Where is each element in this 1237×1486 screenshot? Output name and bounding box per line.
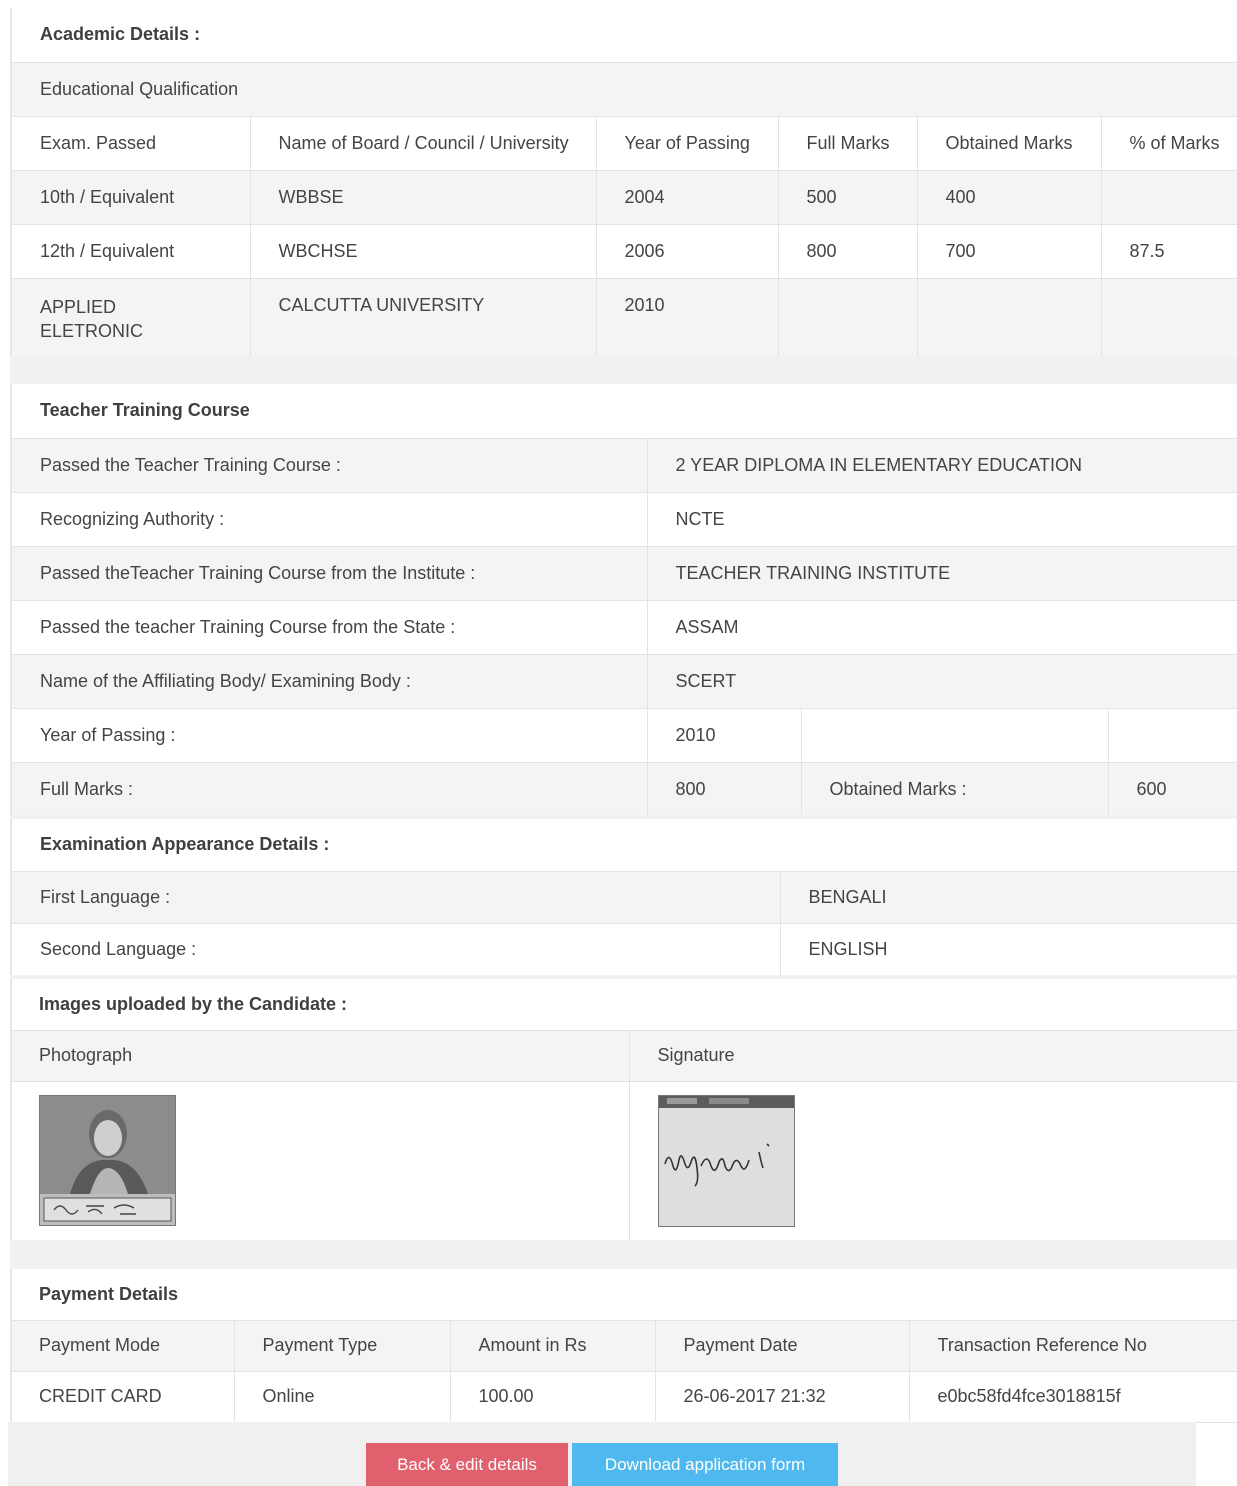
images-row	[12, 1081, 1237, 1242]
examination-appearance-panel: Examination Appearance Details : First L…	[10, 819, 1237, 976]
detail-label: Passed the teacher Training Course from …	[12, 600, 648, 655]
table-cell: APPLIED ELETRONIC	[12, 278, 251, 357]
examination-table: Examination Appearance Details : First L…	[12, 819, 1237, 976]
year-of-passing-value: 2010	[647, 708, 802, 763]
table-cell: CALCUTTA UNIVERSITY	[250, 278, 597, 357]
payment-panel: Payment Details Payment Mode Payment Typ…	[10, 1269, 1237, 1423]
section-spacer	[10, 356, 1237, 384]
educational-qualification-subtitle: Educational Qualification	[12, 62, 1237, 117]
table-row: 12th / Equivalent WBCHSE 2006 800 700 87…	[12, 224, 1237, 279]
payment-date-value: 26-06-2017 21:32	[655, 1371, 910, 1423]
year-of-passing-label: Year of Passing :	[12, 708, 648, 763]
table-cell: WBCHSE	[250, 224, 597, 279]
detail-row: Second Language : ENGLISH	[12, 923, 1237, 976]
detail-label: Passed theTeacher Training Course from t…	[12, 546, 648, 601]
table-cell: 10th / Equivalent	[12, 170, 251, 225]
images-table: Images uploaded by the Candidate : Photo…	[12, 979, 1237, 1242]
table-cell: WBBSE	[250, 170, 597, 225]
column-header: Name of Board / Council / University	[250, 116, 597, 171]
signature-label: Signature	[629, 1030, 1237, 1082]
detail-value: NCTE	[647, 492, 1237, 547]
table-cell: 800	[778, 224, 918, 279]
download-application-form-button[interactable]: Download application form	[572, 1443, 838, 1486]
empty-cell	[801, 708, 1109, 763]
obtained-marks-value: 600	[1108, 762, 1237, 817]
academic-details-panel: Academic Details : Educational Qualifica…	[10, 8, 1237, 357]
candidate-photograph	[39, 1095, 176, 1226]
teacher-training-panel: Teacher Training Course Passed the Teach…	[10, 384, 1237, 817]
second-language-label: Second Language :	[12, 923, 781, 976]
detail-label: Name of the Affiliating Body/ Examining …	[12, 654, 648, 709]
payment-header-row: Payment Mode Payment Type Amount in Rs P…	[12, 1320, 1237, 1372]
full-marks-value: 800	[647, 762, 802, 817]
column-header: Obtained Marks	[917, 116, 1102, 171]
detail-value: ASSAM	[647, 600, 1237, 655]
table-cell: 2010	[596, 278, 779, 357]
detail-row: Full Marks : 800 Obtained Marks : 600	[12, 762, 1237, 817]
teacher-training-title: Teacher Training Course	[12, 384, 1237, 439]
detail-row: Name of the Affiliating Body/ Examining …	[12, 654, 1237, 709]
table-cell: 2006	[596, 224, 779, 279]
signature-image	[659, 1096, 794, 1226]
detail-row: First Language : BENGALI	[12, 871, 1237, 924]
empty-cell	[1108, 708, 1237, 763]
detail-row: Recognizing Authority : NCTE	[12, 492, 1237, 547]
photograph-label: Photograph	[12, 1030, 630, 1082]
table-row: APPLIED ELETRONIC CALCUTTA UNIVERSITY 20…	[12, 278, 1237, 357]
candidate-signature	[658, 1095, 795, 1227]
column-header: Year of Passing	[596, 116, 779, 171]
detail-row: Passed the Teacher Training Course : 2 Y…	[12, 438, 1237, 493]
column-header: Full Marks	[778, 116, 918, 171]
detail-label: Passed the Teacher Training Course :	[12, 438, 648, 493]
table-cell: 87.5	[1101, 224, 1237, 279]
second-language-value: ENGLISH	[780, 923, 1237, 976]
amount-value: 100.00	[450, 1371, 656, 1423]
images-header-row: Photograph Signature	[12, 1030, 1237, 1082]
section-spacer	[10, 1240, 1237, 1269]
detail-value: SCERT	[647, 654, 1237, 709]
images-title: Images uploaded by the Candidate :	[12, 979, 1237, 1031]
first-language-label: First Language :	[12, 871, 781, 924]
column-header: Payment Type	[234, 1320, 451, 1372]
table-cell	[1101, 170, 1237, 225]
payment-type-value: Online	[234, 1371, 451, 1423]
academic-table: Academic Details : Educational Qualifica…	[12, 8, 1237, 357]
table-cell: 400	[917, 170, 1102, 225]
table-cell	[917, 278, 1102, 357]
column-header: Transaction Reference No	[909, 1320, 1237, 1372]
detail-row: Year of Passing : 2010	[12, 708, 1237, 763]
table-cell	[778, 278, 918, 357]
column-header: % of Marks	[1101, 116, 1237, 171]
table-row: CREDIT CARD Online 100.00 26-06-2017 21:…	[12, 1371, 1237, 1423]
column-header: Payment Mode	[12, 1320, 235, 1372]
column-header: Amount in Rs	[450, 1320, 656, 1372]
detail-value: 2 YEAR DIPLOMA IN ELEMENTARY EDUCATION	[647, 438, 1237, 493]
first-language-value: BENGALI	[780, 871, 1237, 924]
teacher-training-table: Teacher Training Course Passed the Teach…	[12, 384, 1237, 817]
payment-details-title: Payment Details	[12, 1269, 1237, 1321]
detail-label: Recognizing Authority :	[12, 492, 648, 547]
detail-row: Passed the teacher Training Course from …	[12, 600, 1237, 655]
table-cell: 12th / Equivalent	[12, 224, 251, 279]
examination-appearance-title: Examination Appearance Details :	[12, 819, 1237, 872]
obtained-marks-label: Obtained Marks :	[801, 762, 1109, 817]
table-cell	[1101, 278, 1237, 357]
back-edit-details-button[interactable]: Back & edit details	[366, 1443, 568, 1486]
column-header: Exam. Passed	[12, 116, 251, 171]
payment-table: Payment Details Payment Mode Payment Typ…	[12, 1269, 1237, 1423]
payment-mode-value: CREDIT CARD	[12, 1371, 235, 1423]
images-panel: Images uploaded by the Candidate : Photo…	[10, 979, 1237, 1242]
table-row: 10th / Equivalent WBBSE 2004 500 400	[12, 170, 1237, 225]
column-header: Payment Date	[655, 1320, 910, 1372]
full-marks-label: Full Marks :	[12, 762, 648, 817]
table-cell: 2004	[596, 170, 779, 225]
table-cell: 500	[778, 170, 918, 225]
detail-row: Passed theTeacher Training Course from t…	[12, 546, 1237, 601]
transaction-reference-value: e0bc58fd4fce3018815f	[909, 1371, 1237, 1423]
detail-value: TEACHER TRAINING INSTITUTE	[647, 546, 1237, 601]
photograph-image	[40, 1096, 175, 1225]
table-cell: 700	[917, 224, 1102, 279]
academic-header-row: Exam. Passed Name of Board / Council / U…	[12, 116, 1237, 171]
academic-details-title: Academic Details :	[12, 8, 1237, 63]
